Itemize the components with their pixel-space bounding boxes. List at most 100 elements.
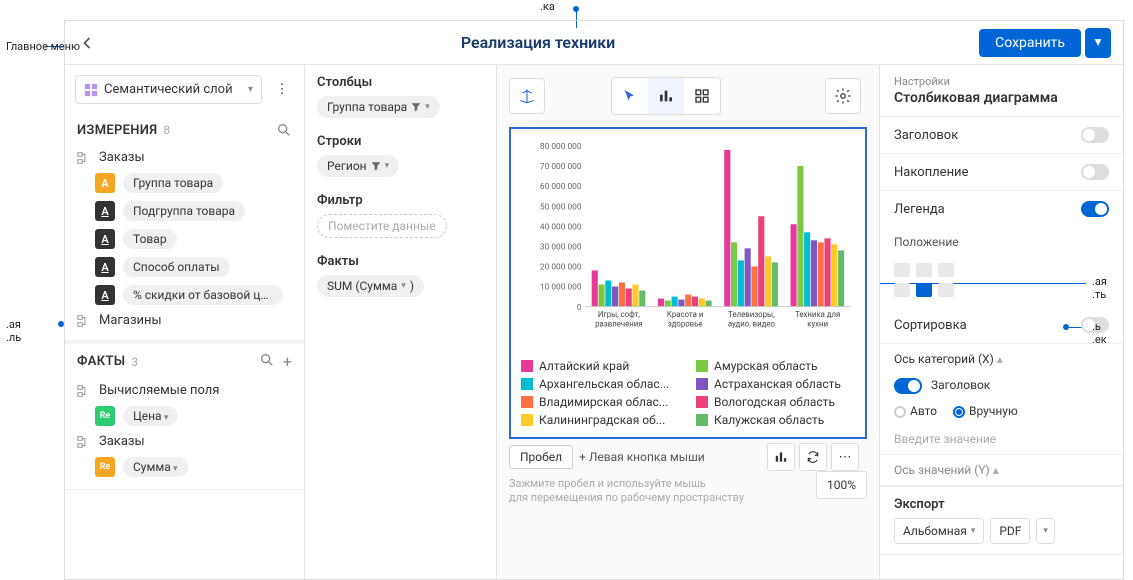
gear-icon[interactable] bbox=[825, 78, 861, 114]
legend-item[interactable]: Калининградская об... bbox=[521, 413, 680, 427]
format-select[interactable]: PDF bbox=[990, 518, 1030, 544]
legend-item[interactable]: Архангельская облас... bbox=[521, 377, 680, 391]
filter-dropzone[interactable]: Поместите данные bbox=[317, 214, 447, 238]
facts-chip[interactable]: SUM (Сумма ▾) bbox=[317, 275, 424, 297]
field-price[interactable]: Re Цена bbox=[77, 402, 292, 430]
layer-menu-icon[interactable]: ⋮ bbox=[270, 78, 294, 102]
svg-text:Красота и: Красота и bbox=[667, 310, 703, 319]
layer-select[interactable]: Семантический слой ▾ bbox=[75, 75, 262, 104]
save-more-button[interactable]: ▾ bbox=[1085, 28, 1111, 58]
settings-panel: Настройки Столбиковая диаграмма Заголово… bbox=[879, 65, 1123, 579]
dimension-item[interactable]: A% скидки от базовой це... bbox=[77, 281, 292, 309]
add-icon[interactable]: + bbox=[283, 352, 292, 371]
chart-type-icon[interactable] bbox=[767, 443, 795, 471]
annotation-main-menu: Главное меню bbox=[6, 40, 80, 53]
radio-manual[interactable]: Вручную bbox=[953, 404, 1018, 418]
annotation-right: .ая.ть bbox=[1092, 275, 1107, 301]
zoom-level[interactable]: 100% bbox=[816, 471, 867, 499]
chart-legend: Алтайский край Амурская область Архангельс… bbox=[521, 359, 855, 427]
dimension-item[interactable]: AПодгруппа товара bbox=[77, 197, 292, 225]
axes-tool-icon[interactable] bbox=[509, 78, 545, 114]
legend-item[interactable]: Амурская область bbox=[696, 359, 855, 373]
dimensions-section: ИЗМЕРЕНИЯ 8 Заказы AГруппа товараAПодгру… bbox=[65, 114, 304, 341]
legend-toggle[interactable] bbox=[1081, 201, 1109, 217]
filter-icon bbox=[371, 161, 381, 171]
annotation-top: .ка bbox=[540, 0, 555, 13]
svg-text:Техника для: Техника для bbox=[795, 310, 840, 319]
facts-count: 3 bbox=[131, 355, 138, 369]
svg-text:Игры, софт,: Игры, софт, bbox=[598, 310, 640, 319]
dimension-item[interactable]: AСпособ оплаты bbox=[77, 253, 292, 281]
svg-text:кухни: кухни bbox=[807, 319, 828, 328]
heading-toggle[interactable] bbox=[1081, 127, 1109, 143]
export-label: Экспорт bbox=[894, 497, 1109, 512]
axis-x-heading-row: Заголовок bbox=[880, 374, 1123, 398]
bars-tool-icon[interactable] bbox=[648, 78, 684, 114]
svg-text:40 000 000: 40 000 000 bbox=[540, 222, 582, 232]
svg-text:60 000 000: 60 000 000 bbox=[540, 182, 582, 192]
radio-auto[interactable]: Авто bbox=[894, 404, 937, 418]
fields-panel: Столбцы Группа товара ▾ Строки Регион ▾ … bbox=[305, 65, 497, 579]
format-more[interactable]: ▾ bbox=[1036, 518, 1055, 544]
field-sum[interactable]: Re Сумма bbox=[77, 453, 292, 481]
more-icon[interactable]: ⋯ bbox=[831, 443, 859, 471]
facts-section: ФАКТЫ 3 + Вычисляемые поля Re Цена bbox=[65, 341, 304, 490]
svg-text:развлечения: развлечения bbox=[595, 319, 642, 328]
filter-icon bbox=[411, 102, 421, 112]
orientation-select[interactable]: Альбомная▾ bbox=[894, 518, 984, 544]
stacking-toggle-row: Накопление bbox=[880, 154, 1123, 191]
svg-text:0: 0 bbox=[577, 303, 582, 313]
axis-x-heading-toggle[interactable] bbox=[894, 378, 922, 394]
dimensions-title: ИЗМЕРЕНИЯ bbox=[77, 123, 157, 138]
chart-container: 010 000 00020 000 00030 000 00040 000 00… bbox=[509, 127, 867, 439]
cursor-tool-icon[interactable] bbox=[612, 78, 648, 114]
enter-value-placeholder[interactable]: Введите значение bbox=[880, 424, 1123, 454]
svg-text:20 000 000: 20 000 000 bbox=[540, 263, 582, 273]
legend-item[interactable]: Вологодская область bbox=[696, 395, 855, 409]
header: Реализация техники Сохранить ▾ bbox=[65, 21, 1123, 65]
svg-text:70 000 000: 70 000 000 bbox=[540, 162, 582, 172]
sorting-toggle-row: Сортировка bbox=[880, 307, 1123, 344]
heading-toggle-row: Заголовок bbox=[880, 117, 1123, 154]
legend-item[interactable]: Алтайский край bbox=[521, 359, 680, 373]
legend-position-grid[interactable] bbox=[894, 263, 1109, 297]
svg-text:аудио, видео: аудио, видео bbox=[728, 319, 776, 328]
space-key-badge: Пробел bbox=[509, 445, 573, 469]
canvas-hint: Зажмите пробел и используйте мышь для пе… bbox=[509, 477, 744, 506]
legend-item[interactable]: Калужская область bbox=[696, 413, 855, 427]
facts-title: ФАКТЫ bbox=[77, 354, 125, 369]
back-arrow-icon[interactable] bbox=[77, 33, 97, 53]
chart-type-title: Столбиковая диаграмма bbox=[894, 90, 1109, 106]
svg-text:80 000 000: 80 000 000 bbox=[540, 142, 582, 152]
rows-label: Строки bbox=[317, 134, 484, 149]
refresh-icon[interactable] bbox=[799, 443, 827, 471]
save-button[interactable]: Сохранить bbox=[979, 29, 1081, 57]
svg-text:50 000 000: 50 000 000 bbox=[540, 202, 582, 212]
layer-name: Семантический слой bbox=[104, 82, 233, 97]
columns-chip[interactable]: Группа товара ▾ bbox=[317, 96, 440, 118]
dimension-item[interactable]: AТовар bbox=[77, 225, 292, 253]
tree-node-calc[interactable]: Вычисляемые поля bbox=[77, 379, 292, 402]
canvas-panel: 010 000 00020 000 00030 000 00040 000 00… bbox=[497, 65, 879, 579]
search-icon[interactable] bbox=[259, 352, 275, 368]
legend-item[interactable]: Астраханская область bbox=[696, 377, 855, 391]
view-mode-group bbox=[611, 77, 721, 115]
dimensions-count: 8 bbox=[163, 123, 170, 137]
columns-label: Столбцы bbox=[317, 75, 484, 90]
dimension-item[interactable]: AГруппа товара bbox=[77, 169, 292, 197]
legend-toggle-row: Легенда bbox=[880, 191, 1123, 227]
axis-y-label: Ось значений (Y) ▴ bbox=[880, 454, 1123, 485]
grid-tool-icon[interactable] bbox=[684, 78, 720, 114]
position-label: Положение bbox=[880, 227, 1123, 257]
tree-node-stores[interactable]: Магазины bbox=[77, 309, 292, 332]
axis-x-label: Ось категорий (X) ▴ bbox=[880, 344, 1123, 374]
space-hint-rest: + Левая кнопка мыши bbox=[579, 450, 705, 464]
left-panel: Семантический слой ▾ ⋮ ИЗМЕРЕНИЯ 8 Заказ… bbox=[65, 65, 305, 579]
tree-node-orders[interactable]: Заказы bbox=[77, 146, 292, 169]
search-icon[interactable] bbox=[276, 122, 292, 138]
tree-node-orders2[interactable]: Заказы bbox=[77, 430, 292, 453]
bar-chart: 010 000 00020 000 00030 000 00040 000 00… bbox=[521, 139, 855, 349]
legend-item[interactable]: Владимирская облас... bbox=[521, 395, 680, 409]
rows-chip[interactable]: Регион ▾ bbox=[317, 155, 399, 177]
stacking-toggle[interactable] bbox=[1081, 164, 1109, 180]
